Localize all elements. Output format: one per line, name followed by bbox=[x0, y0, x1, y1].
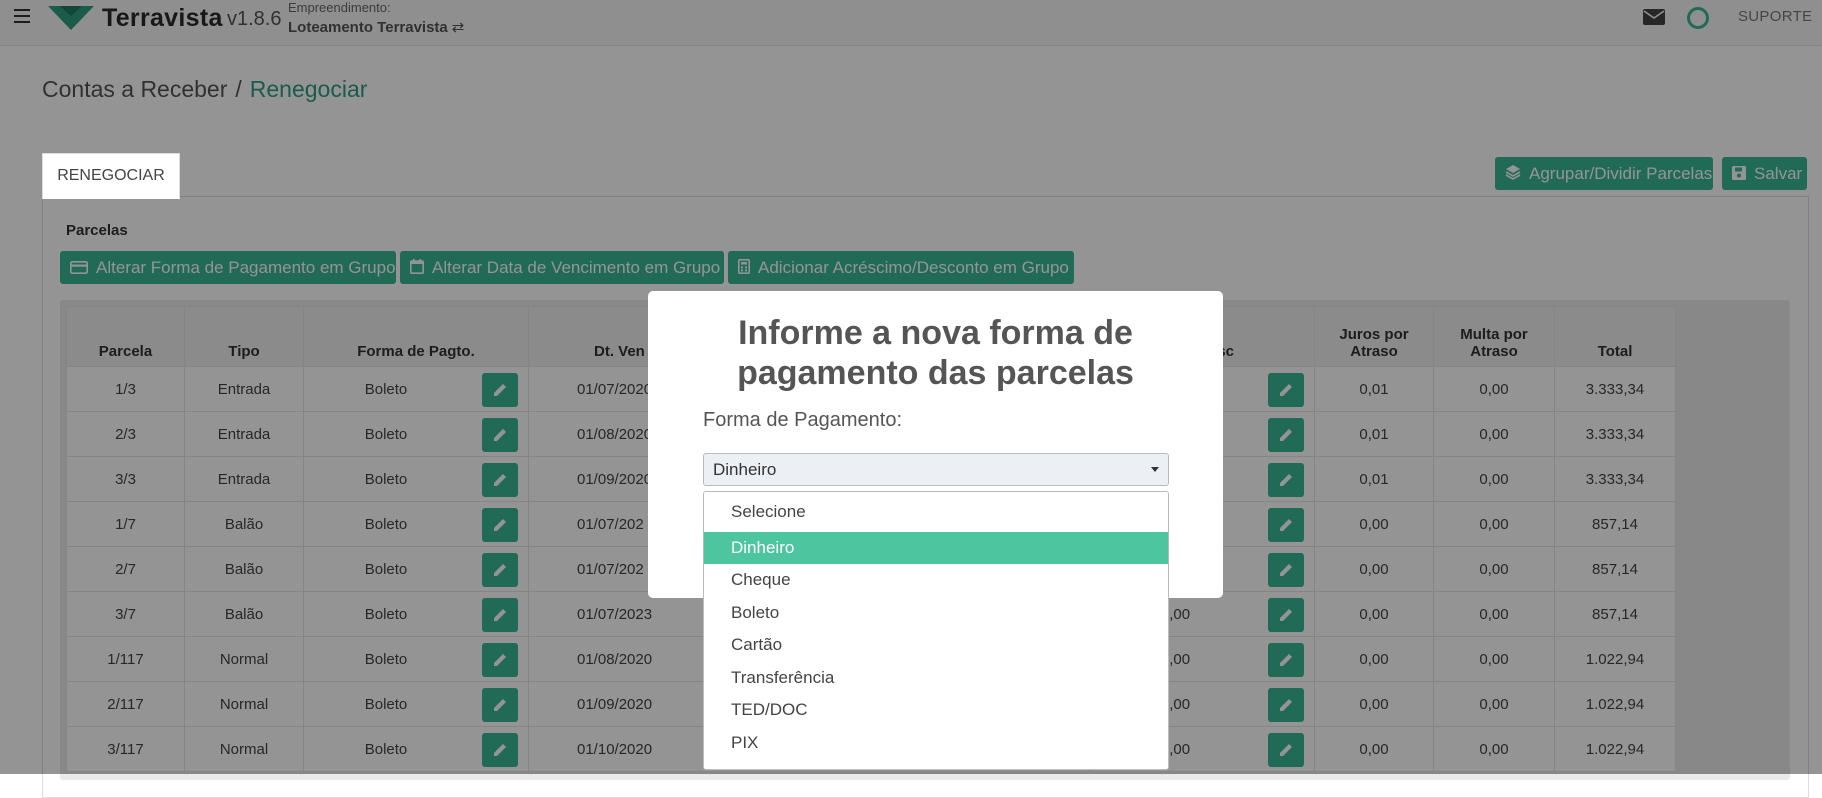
tab-renegociar[interactable]: RENEGOCIAR bbox=[42, 153, 180, 199]
payment-method-label: Forma de Pagamento: bbox=[703, 409, 902, 431]
dropdown-option[interactable]: PIX bbox=[704, 727, 1168, 759]
dropdown-option[interactable]: TED/DOC bbox=[704, 694, 1168, 726]
modal-title-line1: Informe a nova forma de bbox=[738, 314, 1133, 352]
dropdown-option[interactable]: Cartão bbox=[704, 629, 1168, 661]
dropdown-option[interactable]: Boleto bbox=[704, 597, 1168, 629]
dropdown-option[interactable]: Dinheiro bbox=[704, 532, 1168, 564]
modal-title: Informe a nova forma de pagamento das pa… bbox=[648, 313, 1223, 393]
dropdown-option[interactable]: Transferência bbox=[704, 662, 1168, 694]
payment-method-dropdown: Selecione Dinheiro Cheque Boleto Cartão Trans… bbox=[703, 491, 1169, 770]
dropdown-option[interactable]: Selecione bbox=[704, 496, 1168, 528]
payment-method-select[interactable]: Dinheiro bbox=[703, 453, 1169, 486]
modal-title-line2: pagamento das parcelas bbox=[737, 354, 1134, 392]
caret-down-icon bbox=[1151, 467, 1159, 472]
payment-method-selected-value: Dinheiro bbox=[713, 460, 777, 479]
dropdown-option[interactable]: Cheque bbox=[704, 564, 1168, 596]
